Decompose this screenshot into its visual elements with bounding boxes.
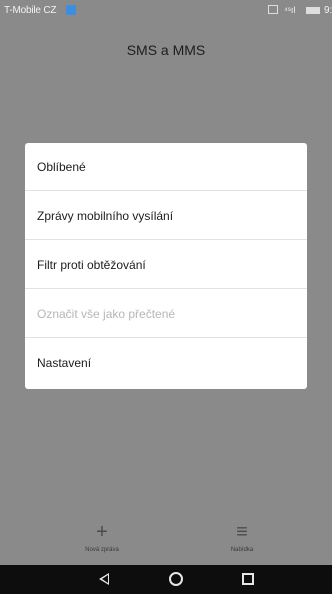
menu-item-favorites[interactable]: Oblíbené: [25, 143, 307, 191]
menu-item-spam-filter[interactable]: Filtr proti obtěžování: [25, 241, 307, 289]
page-title: SMS a MMS: [126, 42, 206, 58]
signal-icon: ⁴ˢıl: [284, 5, 296, 15]
back-icon: [99, 573, 109, 585]
menu-item-mark-all-read: Označit vše jako přečtené: [25, 290, 307, 338]
bottom-action-bar: + Nová zpráva ≡ Nabídka: [0, 510, 332, 565]
new-message-label: Nová zpráva: [85, 547, 119, 553]
recents-icon: [242, 573, 254, 585]
overflow-menu: Oblíbené Zprávy mobilního vysílání Filtr…: [25, 143, 307, 389]
back-button[interactable]: [84, 565, 124, 594]
home-icon: [169, 572, 183, 586]
menu-icon: ≡: [236, 521, 248, 543]
home-button[interactable]: [156, 565, 196, 594]
new-message-button[interactable]: + Nová zpráva: [52, 510, 152, 565]
battery-icon: [306, 7, 320, 14]
status-bar: T-Mobile CZ ⁴ˢıl 9:3: [0, 0, 332, 22]
menu-label: Nabídka: [230, 547, 254, 553]
recents-button[interactable]: [228, 565, 268, 594]
notification-icon: [66, 5, 76, 15]
system-nav-bar: [0, 565, 332, 594]
plus-icon: +: [96, 521, 108, 543]
clock: 9:3: [324, 5, 332, 16]
sim-icon: [268, 5, 278, 14]
carrier-name: T-Mobile CZ: [4, 5, 57, 16]
menu-button[interactable]: ≡ Nabídka: [192, 510, 292, 565]
menu-item-settings[interactable]: Nastavení: [25, 339, 307, 387]
menu-item-cell-broadcast[interactable]: Zprávy mobilního vysílání: [25, 192, 307, 240]
